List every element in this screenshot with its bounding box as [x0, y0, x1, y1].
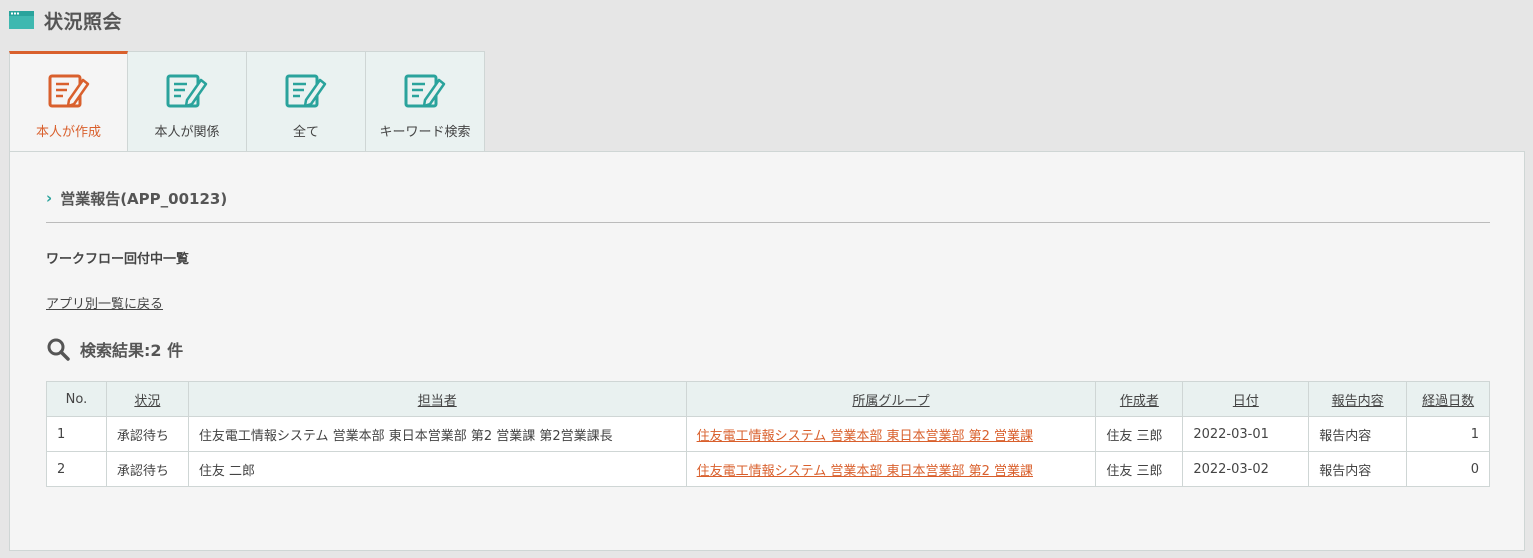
- tab-label: キーワード検索: [379, 125, 471, 140]
- tab-self-involved[interactable]: 本人が関係: [128, 51, 247, 152]
- tab-label: 本人が関係: [154, 125, 220, 140]
- tab-self-created[interactable]: 本人が作成: [9, 51, 128, 153]
- table-header-row: No. 状況 担当者 所属グループ 作成者 日付 報告内容 経過日数: [46, 381, 1490, 417]
- divider: [46, 222, 1490, 223]
- result-count: 検索結果:2 件: [80, 341, 184, 360]
- column-header-status[interactable]: 状況: [105, 381, 189, 417]
- content-panel: › 営業報告(APP_00123) ワークフロー回付中一覧 アプリ別一覧に戻る …: [9, 151, 1525, 551]
- tab-all[interactable]: 全て: [247, 51, 366, 152]
- edit-form-icon: [166, 74, 208, 108]
- cell-status: 承認待ち: [105, 451, 189, 487]
- column-header-no: No.: [46, 381, 107, 417]
- edit-form-icon: [404, 74, 446, 108]
- section-header: › 営業報告(APP_00123): [46, 187, 227, 209]
- results-table: No. 状況 担当者 所属グループ 作成者 日付 報告内容 経過日数 1 承認待…: [46, 381, 1490, 487]
- tab-label: 本人が作成: [35, 125, 101, 140]
- tab-label: 全て: [292, 125, 319, 140]
- group-link[interactable]: 住友電工情報システム 営業本部 東日本営業部 第2 営業課: [697, 429, 1033, 444]
- edit-form-icon: [48, 74, 89, 108]
- cell-assignee: 住友電工情報システム 営業本部 東日本営業部 第2 営業課 第2営業課長: [187, 416, 687, 452]
- section-title: 営業報告(APP_00123): [60, 189, 228, 208]
- cell-elapsed-days: 0: [1406, 451, 1490, 487]
- cell-elapsed-days: 1: [1406, 416, 1490, 452]
- column-header-group[interactable]: 所属グループ: [685, 381, 1097, 417]
- column-header-creator[interactable]: 作成者: [1095, 381, 1184, 417]
- cell-date: 2022-03-01: [1182, 416, 1310, 452]
- cell-no: 1: [46, 416, 107, 452]
- search-icon: [47, 338, 70, 361]
- table-row: 1 承認待ち 住友電工情報システム 営業本部 東日本営業部 第2 営業課 第2営…: [46, 416, 1490, 452]
- column-header-date[interactable]: 日付: [1182, 381, 1310, 417]
- back-to-app-list-link[interactable]: アプリ別一覧に戻る: [46, 293, 163, 312]
- column-header-assignee[interactable]: 担当者: [187, 381, 687, 417]
- table-row: 2 承認待ち 住友 二郎 住友電工情報システム 営業本部 東日本営業部 第2 営…: [46, 451, 1490, 487]
- cell-date: 2022-03-02: [1182, 451, 1310, 487]
- cell-assignee: 住友 二郎: [187, 451, 687, 487]
- cell-creator: 住友 三郎: [1095, 451, 1184, 487]
- column-header-report[interactable]: 報告内容: [1308, 381, 1408, 417]
- result-header: 検索結果:2 件: [46, 336, 183, 362]
- tab-keyword-search[interactable]: キーワード検索: [366, 51, 485, 152]
- page-header: 状況照会: [9, 8, 123, 33]
- cell-report: 報告内容: [1308, 451, 1408, 487]
- column-header-elapsed-days[interactable]: 経過日数: [1406, 381, 1490, 417]
- edit-form-icon: [285, 74, 327, 108]
- cell-status: 承認待ち: [105, 416, 189, 452]
- cell-no: 2: [46, 451, 107, 487]
- chevron-right-icon: ›: [46, 189, 53, 207]
- window-icon: [9, 11, 34, 29]
- cell-report: 報告内容: [1308, 416, 1408, 452]
- cell-group: 住友電工情報システム 営業本部 東日本営業部 第2 営業課: [685, 416, 1097, 452]
- group-link[interactable]: 住友電工情報システム 営業本部 東日本営業部 第2 営業課: [697, 464, 1033, 479]
- page-title: 状況照会: [44, 10, 123, 33]
- cell-group: 住友電工情報システム 営業本部 東日本営業部 第2 営業課: [685, 451, 1097, 487]
- tab-bar: 本人が作成 本人が関係 全て キーワード検索: [9, 51, 485, 153]
- workflow-list-label: ワークフロー回付中一覧: [46, 252, 190, 267]
- cell-creator: 住友 三郎: [1095, 416, 1184, 452]
